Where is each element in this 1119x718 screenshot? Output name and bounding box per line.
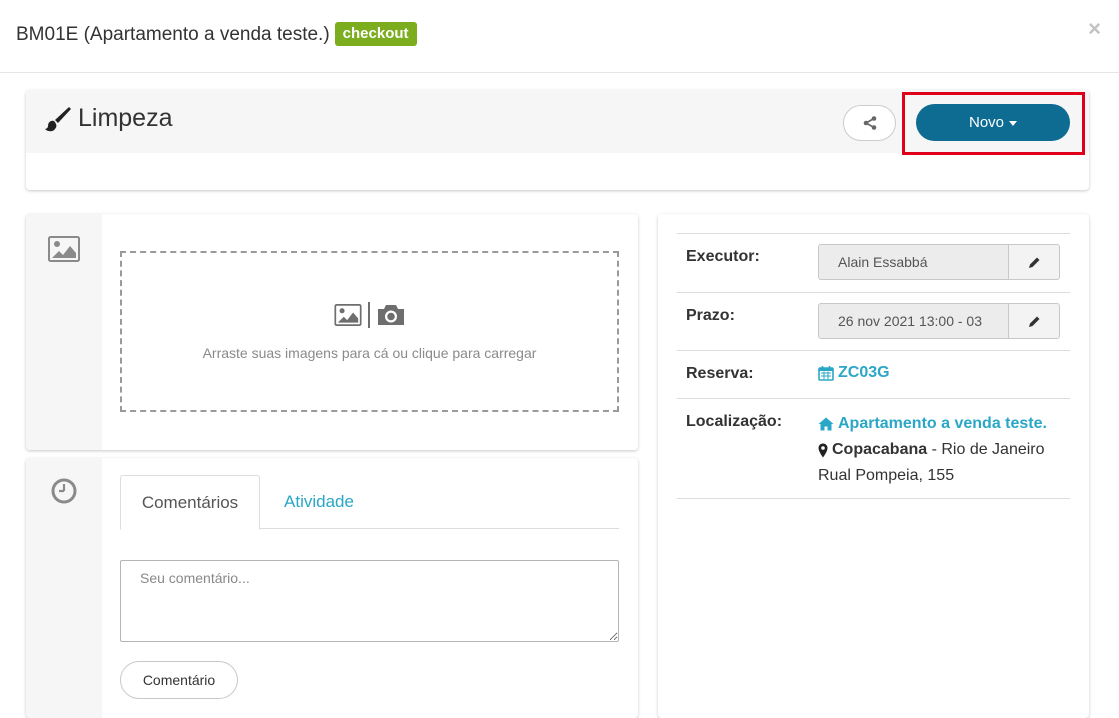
pencil-icon: [1028, 257, 1039, 268]
location-block: Apartamento a venda teste. Copacabana - …: [818, 411, 1047, 489]
image-icon: [333, 304, 362, 326]
modal-header: BM01E (Apartamento a venda teste.) checko…: [0, 0, 1119, 73]
image-icon: [48, 236, 80, 262]
dropzone-icons: [122, 301, 617, 329]
task-header-panel: Limpeza Novo: [26, 90, 1089, 190]
comment-textarea[interactable]: [120, 560, 619, 642]
reserva-label: Reserva:: [686, 365, 754, 382]
executor-value: Alain Essabbá: [819, 245, 1009, 279]
property-name[interactable]: Apartamento a venda teste.: [838, 411, 1047, 437]
reserva-link[interactable]: ZC03G: [818, 364, 890, 382]
share-icon: [863, 116, 876, 130]
close-icon[interactable]: ×: [1088, 16, 1101, 42]
caret-down-icon: [1009, 121, 1018, 126]
modal-title: BM01E (Apartamento a venda teste.) checko…: [16, 22, 417, 46]
activity-gutter: [26, 458, 102, 718]
reserva-value[interactable]: ZC03G: [838, 364, 890, 382]
tab-comentarios[interactable]: Comentários: [120, 475, 260, 530]
novo-dropdown-button[interactable]: Novo: [916, 104, 1070, 141]
prazo-label: Prazo:: [686, 307, 735, 324]
dropzone-separator: [367, 302, 370, 328]
share-button[interactable]: [843, 105, 896, 141]
brush-icon: [45, 107, 71, 132]
tab-atividade[interactable]: Atividade: [260, 475, 378, 529]
page-title: Limpeza: [78, 104, 173, 132]
novo-button-label: Novo: [968, 114, 1005, 131]
clock-icon: [51, 478, 77, 504]
prazo-edit-button[interactable]: [1009, 304, 1059, 338]
details-table: Executor: Alain Essabbá Prazo: 26 nov 20…: [677, 233, 1070, 499]
image-dropzone[interactable]: Arraste suas imagens para cá ou clique p…: [120, 251, 619, 412]
city: - Rio de Janeiro: [927, 441, 1045, 458]
pencil-icon: [1028, 316, 1039, 327]
dropzone-text: Arraste suas imagens para cá ou clique p…: [202, 345, 537, 361]
property-link[interactable]: Apartamento a venda teste.: [818, 411, 1047, 437]
localizacao-label: Localização:: [686, 413, 783, 430]
activity-card: Comentários Atividade Comentário: [26, 458, 638, 718]
prazo-field: 26 nov 2021 13:00 - 03: [818, 303, 1060, 339]
calendar-icon: [818, 366, 834, 381]
map-marker-icon: [818, 443, 828, 457]
neighborhood: Copacabana: [832, 441, 928, 458]
executor-field: Alain Essabbá: [818, 244, 1060, 280]
reserva-row: Reserva: ZC03G: [677, 351, 1070, 399]
localizacao-row: Localização: Apartamento a venda teste. …: [677, 399, 1070, 499]
executor-edit-button[interactable]: [1009, 245, 1059, 279]
executor-label: Executor:: [686, 248, 760, 265]
comment-submit-button[interactable]: Comentário: [120, 661, 238, 699]
street-address: Rual Pompeia, 155: [818, 467, 955, 484]
modal-title-text: BM01E (Apartamento a venda teste.): [16, 24, 330, 45]
home-icon: [818, 417, 834, 431]
status-badge: checkout: [334, 22, 417, 46]
details-card: Executor: Alain Essabbá Prazo: 26 nov 20…: [658, 214, 1089, 718]
images-gutter: [26, 214, 102, 450]
camera-icon: [377, 305, 404, 325]
prazo-row: Prazo: 26 nov 2021 13:00 - 03: [677, 293, 1070, 351]
prazo-value: 26 nov 2021 13:00 - 03: [819, 304, 1009, 338]
executor-row: Executor: Alain Essabbá: [677, 234, 1070, 293]
task-header-bar: Limpeza Novo: [26, 90, 1089, 155]
activity-tabs: Comentários Atividade: [120, 475, 619, 530]
images-card: Arraste suas imagens para cá ou clique p…: [26, 214, 638, 450]
neighborhood-line: Copacabana - Rio de Janeiro: [818, 437, 1047, 463]
